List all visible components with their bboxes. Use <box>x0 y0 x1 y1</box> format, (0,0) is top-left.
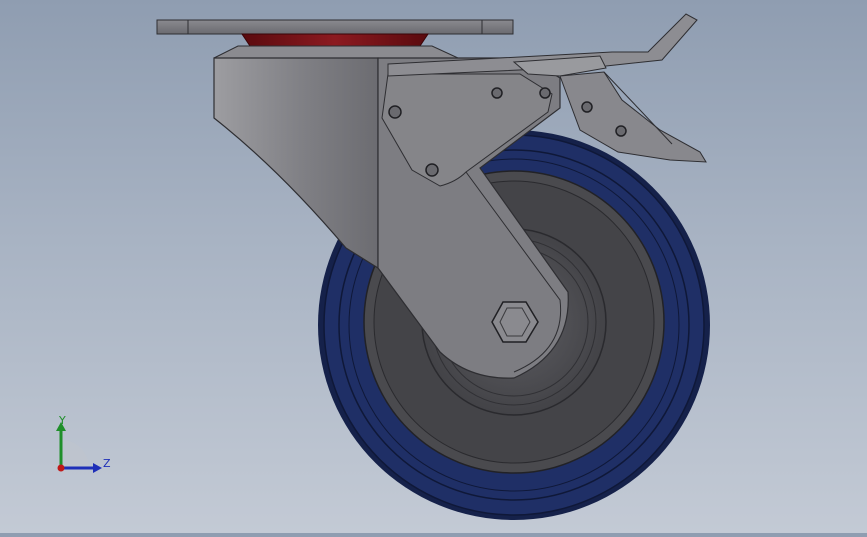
cad-viewport[interactable]: Y Z <box>0 0 867 533</box>
y-axis-label: Y <box>58 414 66 427</box>
swivel-bearing[interactable] <box>213 33 459 59</box>
x-axis-point <box>57 464 65 472</box>
z-axis-label: Z <box>103 457 111 470</box>
rivet <box>615 125 627 137</box>
top-plate[interactable] <box>156 19 514 35</box>
rivet <box>388 105 402 119</box>
triad-plane <box>61 440 89 468</box>
rivet <box>581 101 593 113</box>
rivet <box>539 87 551 99</box>
caster-model[interactable] <box>0 0 867 533</box>
rivet <box>425 163 439 177</box>
z-axis-arrow <box>93 463 102 473</box>
coordinate-triad: Y Z <box>40 410 120 480</box>
rivet <box>491 87 503 99</box>
